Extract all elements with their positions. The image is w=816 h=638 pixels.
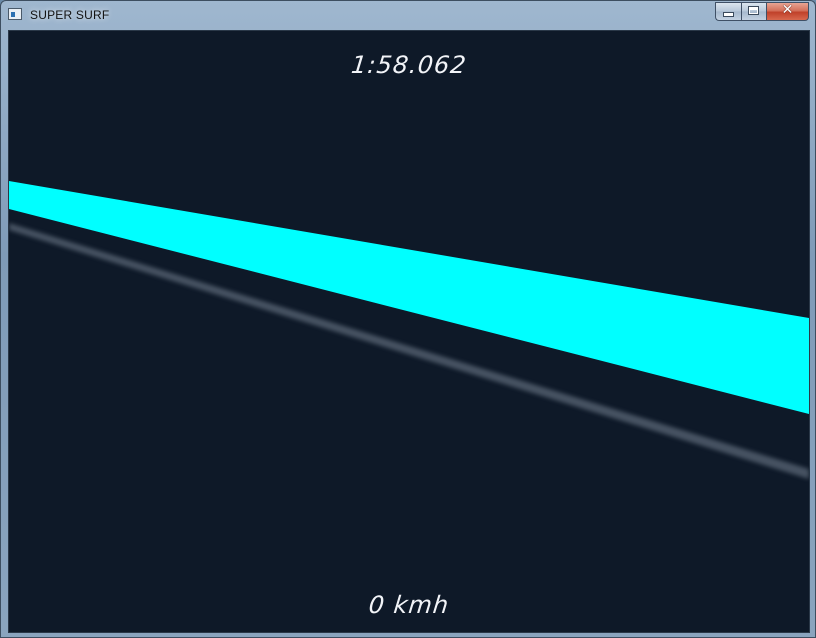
app-window: SUPER SURF ✕ 1:58.062 0 kmh [0, 0, 816, 638]
close-icon: ✕ [781, 2, 794, 18]
close-button[interactable]: ✕ [766, 2, 809, 21]
caption-buttons: ✕ [715, 2, 809, 21]
game-scene [9, 181, 809, 479]
game-viewport[interactable]: 1:58.062 0 kmh [8, 30, 810, 633]
title-bar[interactable]: SUPER SURF ✕ [1, 1, 815, 29]
track-ribbon [9, 181, 809, 414]
app-window-icon[interactable] [8, 8, 22, 20]
minimize-icon [724, 13, 733, 16]
window-title: SUPER SURF [30, 8, 110, 22]
maximize-button[interactable] [741, 2, 766, 21]
lap-timer: 1:58.062 [349, 51, 469, 79]
minimize-button[interactable] [715, 2, 741, 21]
maximize-icon [749, 7, 758, 14]
speedometer: 0 kmh [367, 591, 451, 619]
